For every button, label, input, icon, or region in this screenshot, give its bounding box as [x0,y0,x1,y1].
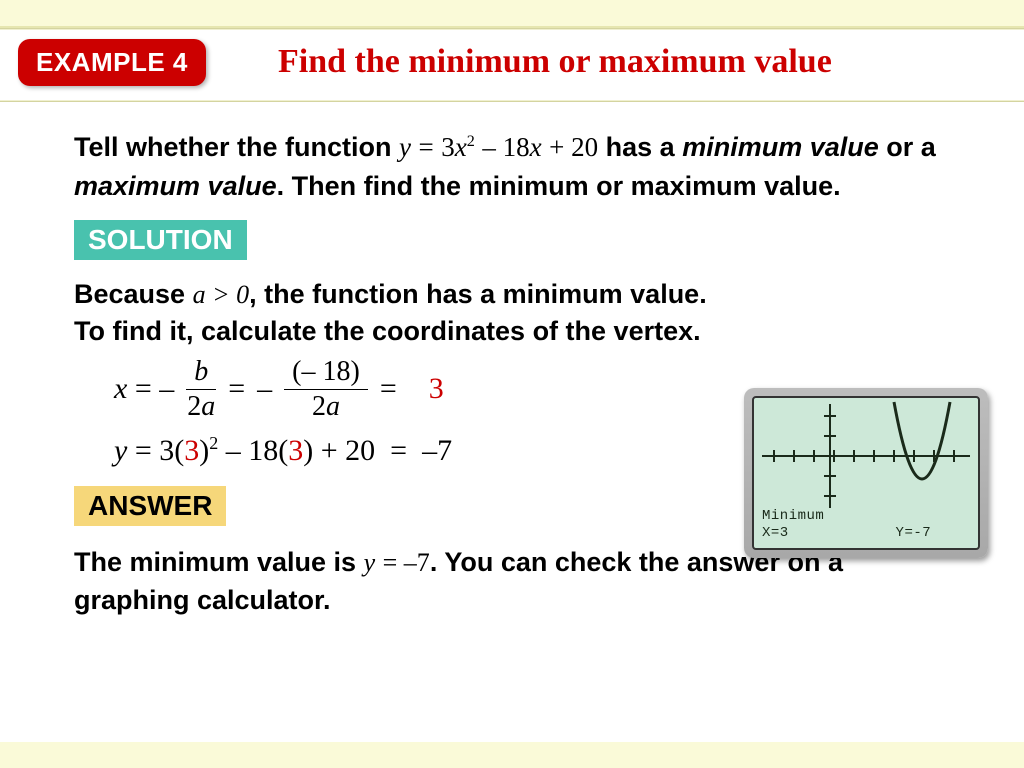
calc-line1: Minimum [762,508,931,525]
fraction-b-over-2a: b 2a [186,357,216,421]
eq-x: x [455,132,467,162]
decorative-stripe [0,0,1024,28]
eq2-v2: 3 [288,434,303,467]
eq-y: y [399,132,411,162]
eq2-equals: = [390,434,407,467]
eq1-x: x [114,372,127,405]
eq1-eq2: = [228,372,245,406]
eq2-sq: 2 [209,433,218,453]
eq2-mid3: ) + 20 [303,434,375,467]
maximum-value-text: maximum value [74,171,277,201]
problem-or: or a [886,132,936,162]
eq2-mid1: ) [199,434,209,467]
frac-num-b: b [186,357,216,389]
calculator-frame: Minimum X=3 Y=-7 [744,388,988,558]
eq1-eq3: = [380,372,397,406]
final-p1: The minimum value is [74,547,364,577]
eq-equals: = [419,132,434,162]
eq1-neg2: – [257,372,272,406]
frac-den-2a-2: 2a [312,390,340,421]
answer-label: ANSWER [74,486,226,526]
eq-mid: – 18 [482,132,529,162]
minimum-value-text: minimum value [682,132,879,162]
frac-den-2a: 2a [187,390,215,421]
explanation-line2: To find it, calculate the coordinates of… [74,313,950,349]
eq2-mid2: – 18( [218,434,288,467]
example-badge: EXAMPLE 4 [18,39,206,86]
calculator-readout: Minimum X=3 Y=-7 [762,508,931,542]
header-band: EXAMPLE 4 Find the minimum or maximum va… [0,28,1024,102]
page-title: Find the minimum or maximum value [278,37,1024,93]
eq-x2: x [530,132,542,162]
eq-coef: 3 [441,132,455,162]
explain-because: Because [74,279,193,309]
explain-p2: To find it, calculate the coordinates of… [74,316,701,346]
calculator-screen: Minimum X=3 Y=-7 [752,396,980,550]
eq1-result: 3 [429,372,444,406]
eq1-eq1: = [135,372,152,405]
explain-condition: a > 0 [193,280,250,309]
problem-lead: Tell whether the function [74,132,392,162]
calc-x: X=3 [762,525,789,541]
problem-statement: Tell whether the function y = 3x2 – 18x … [74,128,950,206]
solution-label: SOLUTION [74,220,247,260]
problem-tail: . Then find the minimum or maximum value… [277,171,841,201]
problem-lead2: has a [606,132,675,162]
eq-squared: 2 [467,132,475,150]
explain-tail1: , the function has a minimum value. [249,279,707,309]
eq-tail: + 20 [549,132,598,162]
frac-num-neg18: (– 18) [284,357,368,389]
explanation-line1: Because a > 0, the function has a minimu… [74,276,950,312]
eq2-out: –7 [422,434,452,467]
fraction-neg18-over-2a: (– 18) 2a [284,357,368,421]
eq2-v1: 3 [184,434,199,467]
eq1-neg1: – [159,372,174,405]
calc-y: Y=-7 [896,525,932,541]
